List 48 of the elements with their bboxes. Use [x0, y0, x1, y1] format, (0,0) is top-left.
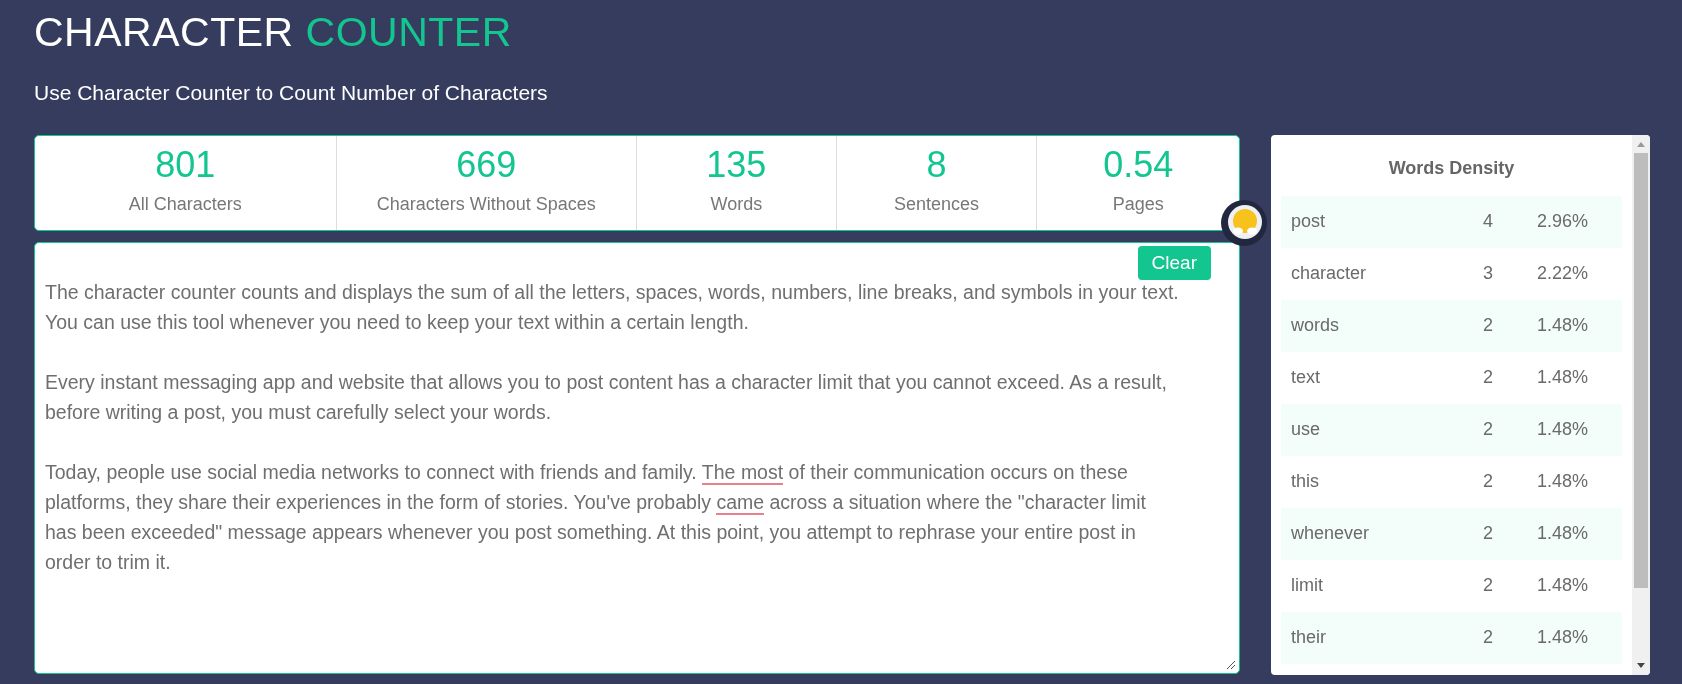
density-word: post — [1291, 210, 1327, 233]
density-word: whenever — [1291, 522, 1371, 545]
density-count: 2 — [1482, 366, 1494, 389]
density-count: 3 — [1482, 262, 1494, 285]
text-input[interactable] — [34, 241, 1240, 674]
density-count: 2 — [1482, 314, 1494, 337]
density-percent: 1.48% — [1536, 418, 1590, 441]
stat-value: 801 — [155, 147, 216, 183]
density-count: 2 — [1482, 626, 1494, 649]
density-percent: 1.48% — [1536, 470, 1590, 493]
stat-value: 0.54 — [1103, 147, 1174, 183]
paragraph: The character counter counts and displays the sum of all the letters, spaces, words, numbers, line breaks, and symbols in your text. You can use this tool whenever you need to keep your text within a certain length. — [45, 279, 1180, 335]
stat-value: 669 — [456, 147, 517, 183]
stat-value: 8 — [926, 147, 947, 183]
scrollbar[interactable] — [1632, 134, 1650, 675]
stat-label: Pages — [1112, 193, 1164, 216]
density-percent: 1.48% — [1536, 574, 1590, 597]
density-count: 2 — [1482, 470, 1494, 493]
density-percent: 1.48% — [1536, 522, 1590, 545]
density-word: this — [1291, 470, 1320, 493]
paragraph: Every instant messaging app and website that allows you to post content has a character limit that you cannot exceed. As a result, before writing a post, you must carefully select your words. — [45, 369, 1168, 425]
density-count: 2 — [1482, 574, 1494, 597]
density-percent: 1.48% — [1536, 626, 1590, 649]
density-count: 2 — [1482, 522, 1494, 545]
density-word: character — [1291, 262, 1368, 285]
page-subtitle: Use Character Counter to Count Number of Characters — [34, 80, 548, 106]
stat-label: Words — [710, 193, 763, 216]
density-word: limit — [1291, 574, 1324, 597]
paragraph: Today, people use social media networks to connect with friends and family. The most of their communication occurs on these platforms, they share their experiences in the form of stories. You've probably came across a situation where the "character limit has been exceeded" message appears whenever you post something. At this point, you attempt to rephrase your entire post in order to trim it. — [45, 459, 1148, 575]
density-word: words — [1291, 314, 1340, 337]
clear-button[interactable]: Clear — [1137, 245, 1211, 280]
stat-value: 135 — [706, 147, 767, 183]
stat-label: All Characters — [128, 193, 242, 216]
density-percent: 2.96% — [1536, 210, 1590, 233]
density-percent: 1.48% — [1536, 366, 1590, 389]
density-count: 2 — [1482, 418, 1494, 441]
density-word: use — [1291, 418, 1322, 441]
density-word: text — [1291, 366, 1321, 389]
stat-label: Characters Without Spaces — [376, 193, 596, 216]
density-word: their — [1291, 626, 1327, 649]
page-title: CHARACTER COUNTER — [34, 12, 512, 53]
panel-title: Words Density — [1387, 156, 1516, 180]
density-percent: 1.48% — [1536, 314, 1590, 337]
emoji-icon[interactable] — [1220, 198, 1268, 247]
density-percent: 2.22% — [1536, 262, 1590, 285]
stat-label: Sentences — [893, 193, 980, 216]
density-count: 4 — [1482, 210, 1494, 233]
resize-handle-icon[interactable] — [1226, 659, 1236, 670]
